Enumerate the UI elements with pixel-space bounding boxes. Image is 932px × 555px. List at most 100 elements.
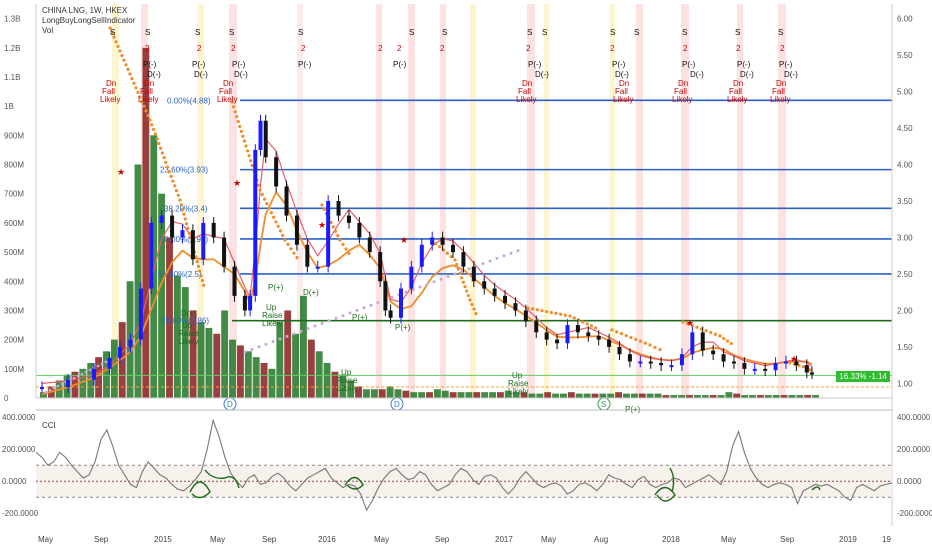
count-number: 2 bbox=[780, 44, 785, 53]
volume-bar bbox=[615, 392, 623, 398]
x-axis-tick: Sep bbox=[262, 535, 277, 544]
support-dot bbox=[509, 251, 513, 255]
volume-bar bbox=[418, 392, 426, 398]
support-dot bbox=[292, 332, 296, 336]
support-dot bbox=[320, 321, 324, 325]
trend-dot bbox=[249, 159, 253, 163]
d-minus-signal: D(-) bbox=[740, 70, 754, 79]
volume-bar bbox=[292, 333, 299, 398]
trend-dot bbox=[116, 44, 120, 49]
candle-body bbox=[326, 201, 331, 267]
candle-body bbox=[451, 244, 456, 253]
support-dot bbox=[306, 327, 310, 331]
trend-dot bbox=[278, 229, 283, 233]
trend-dot bbox=[199, 274, 203, 278]
signal-band-5 bbox=[376, 4, 382, 398]
volume-bar bbox=[386, 386, 394, 398]
trend-dot bbox=[722, 336, 726, 341]
red-moving-average bbox=[41, 137, 813, 384]
trend-dot bbox=[615, 330, 619, 334]
volume-axis-tick: 600M bbox=[4, 219, 24, 228]
volume-bar bbox=[583, 393, 591, 398]
trend-dot bbox=[470, 302, 474, 307]
candle-body bbox=[315, 266, 320, 269]
volume-bar bbox=[394, 389, 402, 398]
volume-bar bbox=[221, 310, 229, 398]
candle-body bbox=[263, 120, 268, 158]
volume-bar bbox=[528, 393, 536, 398]
orange-moving-average bbox=[41, 190, 813, 395]
support-dot bbox=[84, 370, 88, 374]
d-minus-signal: D(-) bbox=[784, 70, 798, 79]
candle-body bbox=[617, 346, 622, 355]
trend-dot bbox=[619, 332, 624, 336]
trend-dot bbox=[729, 341, 733, 346]
candle-body bbox=[378, 252, 383, 282]
price-axis-tick: 2.00 bbox=[897, 306, 913, 315]
p-minus-signal: P(-) bbox=[298, 60, 312, 69]
trend-dot bbox=[187, 231, 191, 235]
volume-bar bbox=[449, 392, 457, 398]
candle-body bbox=[804, 365, 809, 373]
volume-bar bbox=[465, 392, 473, 398]
volume-bar bbox=[433, 389, 441, 398]
support-dot bbox=[376, 301, 380, 305]
p-minus-signal: P(-) bbox=[612, 60, 626, 69]
p-plus-signal: P(+) bbox=[395, 323, 411, 332]
volume-bar bbox=[370, 389, 378, 398]
support-dot bbox=[369, 303, 373, 307]
trend-dot bbox=[713, 332, 717, 336]
trend-dot bbox=[563, 313, 567, 317]
support-dot bbox=[264, 342, 268, 346]
trend-dot bbox=[322, 207, 326, 211]
volume-bar bbox=[252, 357, 260, 398]
x-axis-tick: 19 bbox=[882, 535, 891, 544]
candle-body bbox=[565, 325, 570, 344]
support-dot bbox=[362, 306, 366, 310]
volume-axis-tick: 1B bbox=[4, 102, 14, 111]
sell-signal-s: S bbox=[298, 28, 303, 37]
trend-dot bbox=[535, 308, 539, 312]
fib-level-label: 38.20%(3.4) bbox=[164, 204, 208, 213]
candle-body bbox=[555, 339, 560, 344]
volume-bar bbox=[134, 164, 142, 398]
candle-body bbox=[419, 244, 424, 267]
sell-signal-s: S bbox=[195, 28, 200, 37]
down-fall-likely-label: Likely bbox=[138, 95, 158, 104]
trend-dot bbox=[245, 149, 250, 153]
chart-header: CHINA LNG, 1W, HKEX LongBuyLongSellIndic… bbox=[42, 6, 135, 36]
cci-layer: 400.0000 200.0000 0.0000 -200.0000 400.0000 2… bbox=[2, 413, 932, 518]
down-fall-likely-label: Likely bbox=[217, 95, 237, 104]
trend-dot bbox=[808, 368, 812, 372]
trend-dot bbox=[267, 206, 271, 210]
trend-dot bbox=[142, 104, 146, 108]
trend-dot bbox=[162, 156, 166, 160]
candle-body bbox=[575, 325, 580, 333]
trend-dot bbox=[155, 137, 159, 141]
trend-dot bbox=[455, 262, 459, 267]
candle-body bbox=[180, 230, 185, 238]
volume-bar bbox=[363, 389, 370, 398]
trend-dot bbox=[572, 316, 576, 320]
support-dot bbox=[80, 372, 84, 376]
volume-bar bbox=[591, 393, 599, 398]
trend-dot bbox=[238, 124, 242, 129]
volume-bar bbox=[315, 351, 323, 398]
trend-dot bbox=[128, 72, 132, 76]
support-dot bbox=[60, 382, 64, 386]
volume-bar bbox=[410, 392, 418, 398]
candle-body bbox=[40, 387, 44, 390]
trend-dot bbox=[158, 146, 163, 150]
candle-body bbox=[752, 368, 757, 371]
trend-dot bbox=[320, 203, 324, 207]
d-minus-signal: D(-) bbox=[194, 70, 208, 79]
trend-dot bbox=[331, 225, 335, 229]
candle-body bbox=[248, 295, 253, 311]
trend-dot bbox=[151, 127, 156, 132]
trend-dot bbox=[472, 307, 476, 311]
candle-body bbox=[513, 303, 518, 311]
volume-axis-tick: 1.2B bbox=[4, 44, 20, 53]
down-fall-likely-label: Likely bbox=[100, 95, 120, 104]
d-minus-signal: D(-) bbox=[234, 70, 248, 79]
down-fall-likely-label: Likely bbox=[770, 95, 790, 104]
